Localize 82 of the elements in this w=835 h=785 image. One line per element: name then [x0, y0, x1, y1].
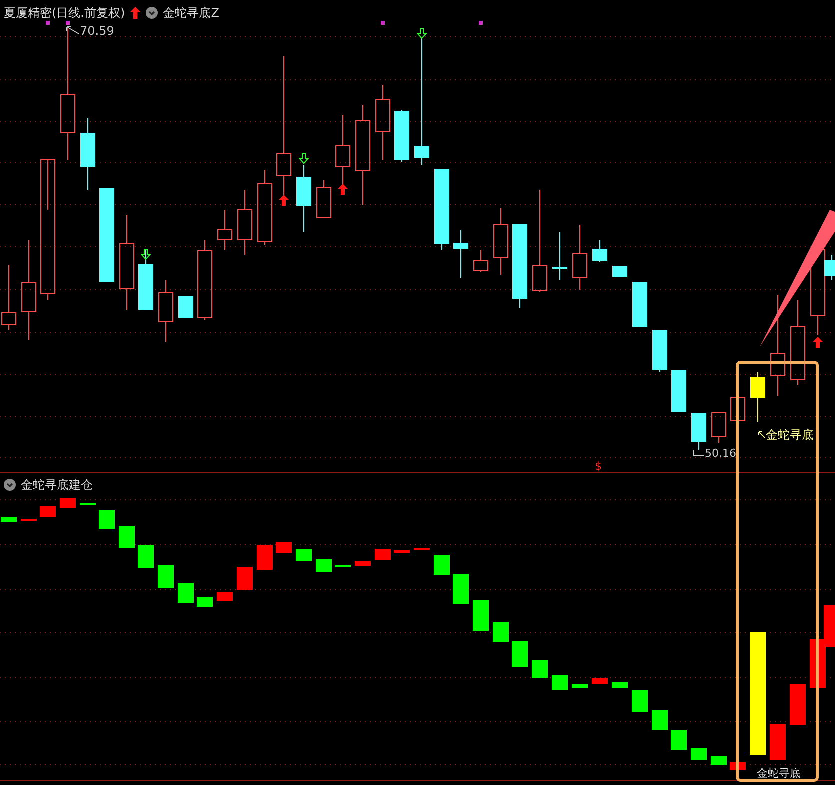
candlestick: [394, 110, 410, 162]
indicator-bar: [40, 506, 56, 517]
arrow-icon: [758, 431, 766, 439]
indicator-bar: [335, 565, 351, 567]
candlestick: [296, 164, 312, 232]
signal-label: 金蛇寻底: [766, 427, 814, 444]
indicator-bar: [257, 545, 273, 570]
indicator-bar: [632, 690, 648, 712]
down-arrow-icon: [142, 250, 150, 260]
down-arrow-icon: [418, 28, 426, 38]
indicator-bar: [296, 549, 312, 561]
indicator-title: 金蛇寻底建仓: [21, 477, 93, 494]
indicator-bar: [119, 526, 135, 548]
indicator-bar: [138, 545, 154, 568]
candlestick: [572, 224, 588, 290]
indicator-bar: [652, 710, 668, 730]
indicator-bar: [671, 730, 687, 750]
up-arrow-icon: [279, 195, 289, 206]
leader-line: [66, 26, 80, 36]
candlestick: [712, 412, 726, 444]
candlestick: [238, 190, 252, 256]
indicator-bar: [217, 592, 233, 601]
indicator-bar: [453, 574, 469, 604]
indicator-bar: [612, 682, 628, 688]
indicator-name: 金蛇寻底Z: [163, 5, 220, 22]
indicator-bar: [770, 724, 786, 760]
up-arrow-icon: [130, 7, 142, 19]
candlestick: [750, 372, 766, 422]
candlestick: [552, 232, 568, 280]
indicator-bar: [711, 756, 727, 765]
indicator-bar: [178, 583, 194, 603]
indicator-bar: [394, 550, 410, 553]
up-arrow-icon: [813, 337, 823, 348]
high-price-label: 70.59: [80, 23, 114, 40]
candlestick: [2, 264, 16, 330]
indicator-bar: [790, 684, 806, 725]
indicator-bar: [572, 684, 588, 688]
indicator-bar: [552, 675, 568, 690]
candlestick: [474, 250, 488, 272]
indicator-bar: [316, 559, 332, 572]
indicator-bar: [237, 567, 253, 590]
leader-line: [693, 449, 705, 460]
candlestick: [218, 210, 232, 250]
indicator-bar: [276, 542, 292, 553]
candlestick: [632, 282, 648, 328]
indicator-bar: [691, 748, 707, 760]
chart-title: 夏厦精密(日线.前复权): [4, 5, 126, 22]
candlestick: [652, 330, 668, 372]
up-arrow-icon: [338, 184, 348, 195]
down-arrow-icon: [300, 154, 308, 164]
candlestick: [178, 296, 194, 318]
indicator-bar: [60, 498, 76, 508]
indicator-bar: [473, 600, 489, 631]
indicator-bar: [592, 678, 608, 684]
dollar-marker: $: [595, 459, 602, 475]
indicator-bar: [512, 641, 528, 667]
candlestick: [316, 180, 332, 218]
indicator-bar: [375, 549, 391, 560]
chevron-circle-icon[interactable]: [4, 479, 16, 491]
candlestick: [730, 398, 746, 422]
indicator-bar: [434, 555, 450, 575]
candlestick: [692, 412, 706, 450]
candlestick: [158, 280, 174, 342]
candlestick: [494, 208, 508, 276]
indicator-bar: [197, 597, 213, 607]
indicator-bar: [414, 548, 430, 550]
indicator-bar: [532, 660, 548, 678]
candlestick: [672, 370, 686, 412]
candlestick: [138, 250, 154, 310]
indicator-bar: [158, 565, 174, 588]
indicator-bar: [355, 561, 371, 566]
candlestick: [592, 240, 608, 262]
indicator-bar: [21, 519, 37, 521]
indicator-bar: [1, 517, 17, 522]
candlestick: [454, 230, 468, 278]
indicator-bar: [99, 510, 115, 529]
signal-label: 金蛇寻底: [757, 767, 801, 780]
chevron-circle-icon[interactable]: [146, 7, 158, 19]
candlestick: [612, 266, 628, 278]
indicator-bar: [493, 622, 509, 642]
indicator-bar: [80, 503, 96, 505]
low-price-label: 50.16: [705, 446, 736, 462]
